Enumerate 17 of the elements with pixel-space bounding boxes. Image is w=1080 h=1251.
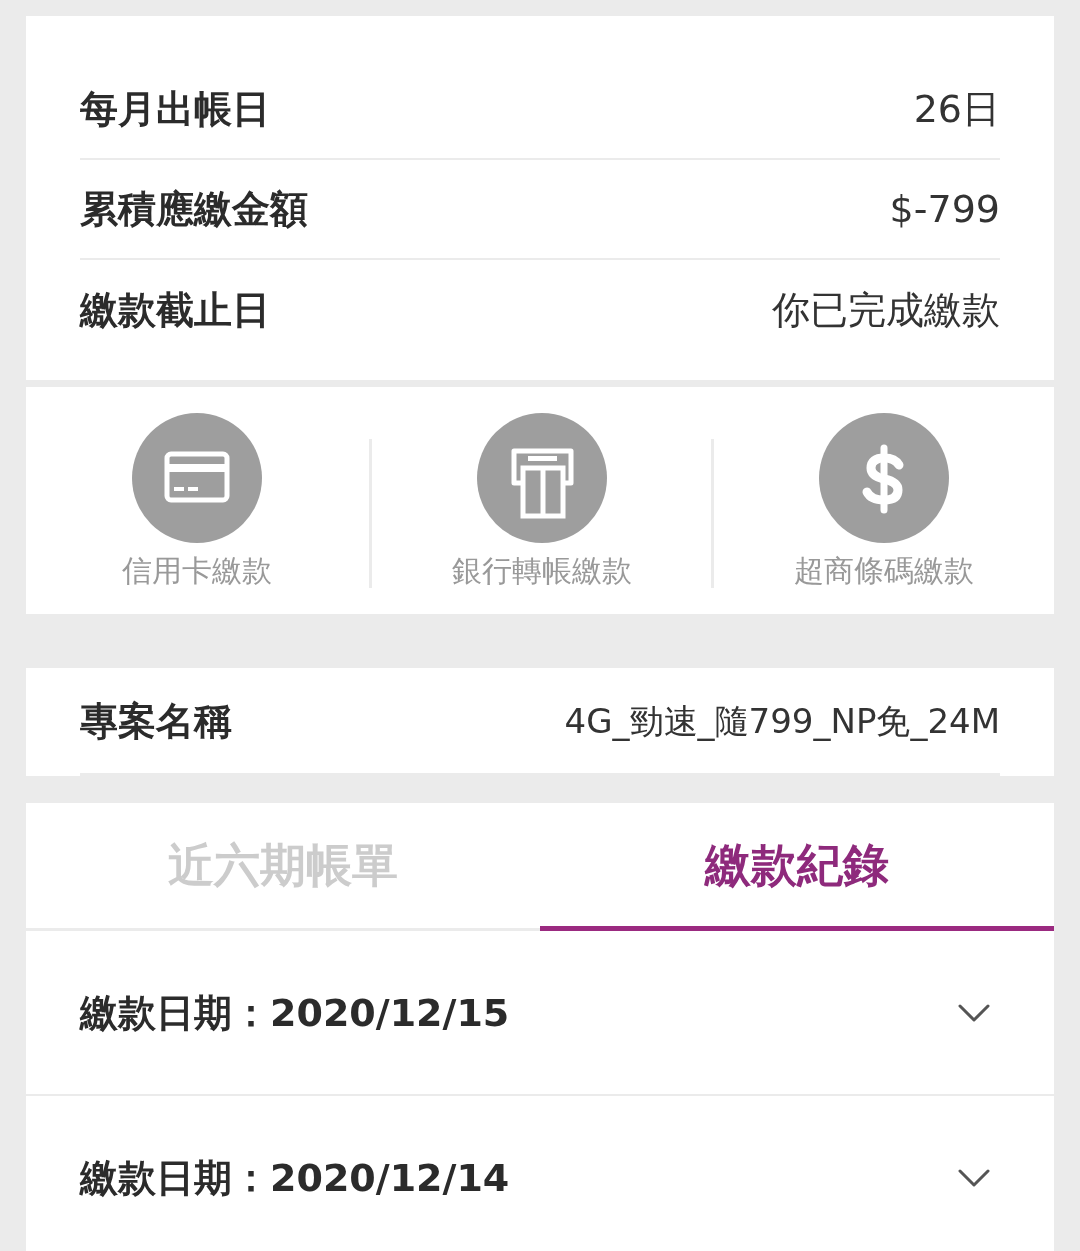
payment-method-button[interactable]: 信用卡繳款	[26, 387, 369, 614]
plan-label: 專案名稱	[80, 701, 232, 740]
credit-card-icon	[132, 413, 263, 543]
payment-record-item[interactable]: 繳款日期：2020/12/14	[26, 1096, 1054, 1251]
summary-label: 繳款截止日	[80, 291, 270, 329]
payment-method-button[interactable]: 超商條碼繳款	[714, 387, 1054, 614]
payment-date: 繳款日期：2020/12/14	[80, 1158, 510, 1197]
summary-value: 26日	[913, 90, 1000, 128]
summary-value: 你已完成繳款	[772, 291, 1000, 329]
payment-date: 繳款日期：2020/12/15	[80, 993, 510, 1032]
dollar-icon	[819, 413, 950, 543]
summary-value: $-799	[889, 190, 1000, 228]
summary-label: 累積應繳金額	[80, 190, 308, 228]
payment-method-button[interactable]: 銀行轉帳繳款	[371, 387, 712, 614]
summary-label: 每月出帳日	[80, 90, 270, 128]
atm-card-icon	[476, 413, 607, 543]
payment-record-item[interactable]: 繳款日期：2020/12/15	[26, 931, 1054, 1096]
